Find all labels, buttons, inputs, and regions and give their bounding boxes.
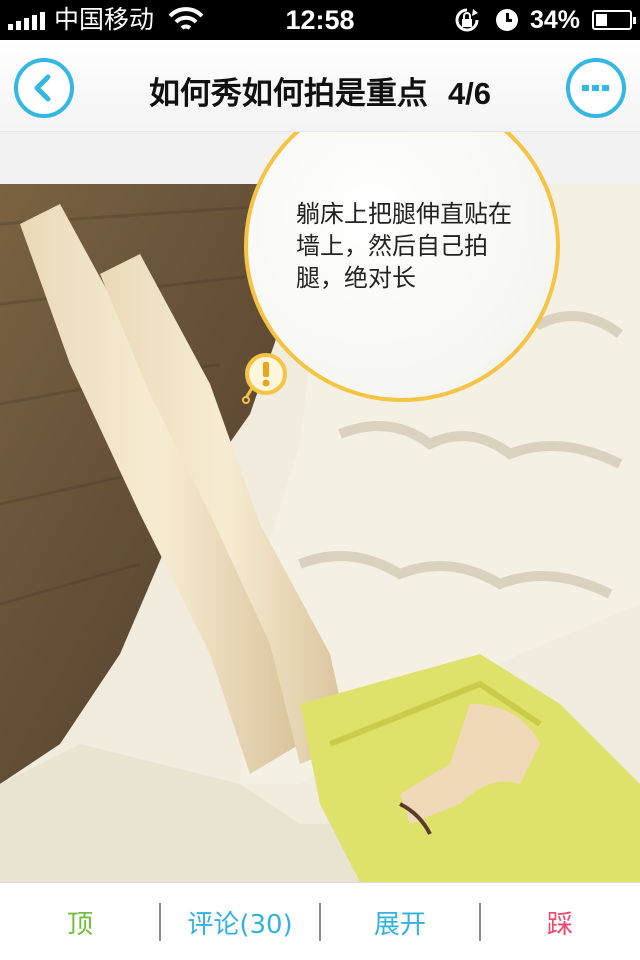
bottom-action-bar: 顶 评论(30) 展开 踩 (0, 882, 640, 960)
rotation-lock-icon (455, 8, 479, 32)
title-text: 如何秀如何拍是重点 (148, 76, 428, 112)
battery-icon (592, 10, 636, 30)
page-counter: 4/6 (447, 76, 492, 111)
page-title: 如何秀如何拍是重点 4/6 (92, 68, 548, 113)
expand-button[interactable]: 展开 (320, 883, 480, 960)
navigation-bar: 如何秀如何拍是重点 4/6 (0, 40, 640, 132)
comments-button[interactable]: 评论(30) (160, 883, 320, 960)
upvote-button[interactable]: 顶 (0, 883, 160, 960)
photo-viewer: 躺床上把腿伸直贴在墙上，然后自己拍腿，绝对长 (0, 132, 640, 882)
chevron-left-icon (34, 74, 51, 102)
tip-text: 躺床上把腿伸直贴在墙上，然后自己拍腿，绝对长 (296, 200, 512, 292)
status-bar: 中国移动 12:58 34% (0, 0, 640, 40)
battery-percentage: 34% (530, 6, 581, 34)
downvote-button[interactable]: 踩 (480, 883, 640, 960)
more-button[interactable] (566, 58, 626, 118)
alarm-icon (496, 9, 518, 31)
back-button[interactable] (14, 58, 74, 118)
exclamation-pin-icon[interactable] (240, 352, 296, 408)
more-dots-icon (582, 85, 609, 91)
